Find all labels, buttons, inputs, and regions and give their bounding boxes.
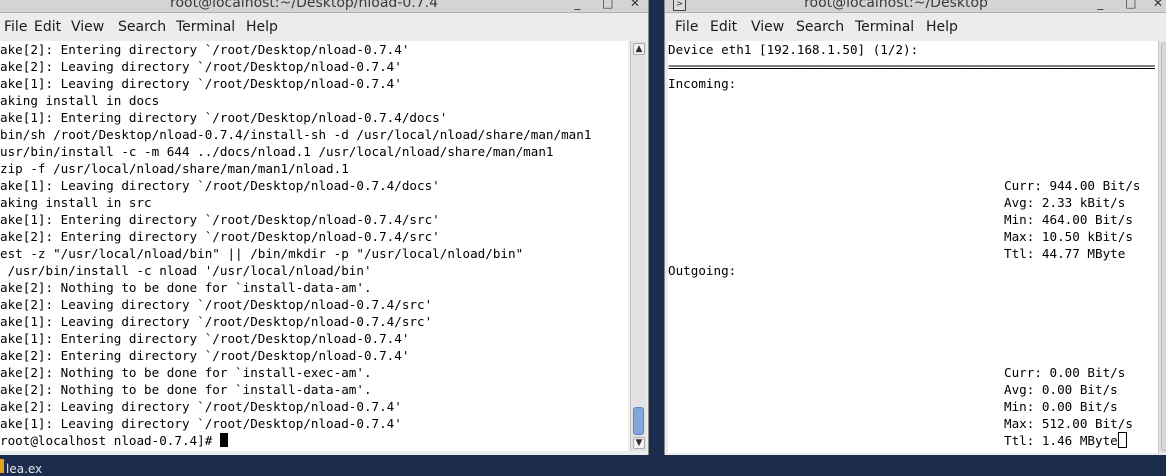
nload-display[interactable]: Device eth1 [192.168.1.50] (1/2): ======…: [668, 41, 1158, 453]
incoming-ttl: Ttl: 44.77 MByte: [1004, 246, 1126, 261]
terminal-line: usr/bin/install -c -m 644 ../docs/nload.…: [0, 144, 554, 159]
incoming-avg: Avg: 2.33 kBit/s: [1004, 195, 1126, 210]
terminal-line: ake[2]: Leaving directory `/root/Desktop…: [0, 297, 433, 312]
text-cursor: [1117, 432, 1127, 448]
desktop-background: [0, 456, 1166, 473]
menu-edit[interactable]: Edit: [34, 19, 61, 35]
menu-help[interactable]: Help: [246, 19, 278, 35]
scrollbar-thumb[interactable]: [1161, 43, 1166, 451]
incoming-min: Min: 464.00 Bit/s: [1004, 212, 1133, 227]
desktop-icon-label[interactable]: lea.ex: [6, 462, 42, 476]
shell-prompt: root@localhost nload-0.7.4]#: [0, 433, 220, 448]
terminal-line: est -z "/usr/local/nload/bin" || /bin/mk…: [0, 246, 524, 261]
terminal-line: ake[1]: Leaving directory `/root/Desktop…: [0, 76, 402, 91]
terminal-line: ake[1]: Entering directory `/root/Deskto…: [0, 110, 448, 125]
menu-view[interactable]: View: [751, 19, 784, 35]
device-line: Device eth1 [192.168.1.50] (1/2):: [668, 42, 919, 57]
text-cursor: [219, 433, 228, 447]
menu-file[interactable]: File: [4, 19, 27, 35]
titlebar[interactable]: > root@localhost:~/Desktop _ □ ✕: [665, 0, 1166, 13]
terminal-line: bin/sh /root/Desktop/nload-0.7.4/install…: [0, 127, 592, 142]
incoming-curr: Curr: 944.00 Bit/s: [1004, 178, 1141, 193]
terminal-line: /usr/bin/install -c nload '/usr/local/nl…: [0, 263, 372, 278]
outgoing-min: Min: 0.00 Bit/s: [1004, 399, 1118, 414]
menu-file[interactable]: File: [675, 19, 698, 35]
terminal-line: ake[1]: Leaving directory `/root/Desktop…: [0, 416, 402, 431]
terminal-window-left[interactable]: root@localhost:~/Desktop/nload-0.7.4 _ □…: [0, 0, 649, 455]
menubar: File Edit View Search Terminal Help: [665, 13, 1166, 40]
window-title: root@localhost:~/Desktop/nload-0.7.4: [170, 0, 438, 11]
outgoing-label: Outgoing:: [668, 263, 737, 278]
separator-line: ========================================…: [668, 59, 1155, 74]
terminal-line: ake[2]: Entering directory `/root/Deskto…: [0, 42, 410, 57]
terminal-line: ake[1]: Leaving directory `/root/Desktop…: [0, 314, 433, 329]
window-controls: _ □ ✕: [1097, 0, 1165, 10]
terminal-window-right[interactable]: > root@localhost:~/Desktop _ □ ✕ File Ed…: [664, 0, 1166, 455]
maximize-button[interactable]: □: [1125, 0, 1137, 10]
scrollbar[interactable]: ▲ ▼: [630, 41, 646, 451]
close-button[interactable]: ✕: [1153, 0, 1165, 10]
terminal-line: zip -f /usr/local/nload/share/man/man1/n…: [0, 161, 349, 176]
terminal-line: ake[2]: Nothing to be done for `install-…: [0, 280, 372, 295]
incoming-label: Incoming:: [668, 76, 737, 91]
terminal-line: ake[1]: Leaving directory `/root/Desktop…: [0, 178, 440, 193]
terminal-line: ake[1]: Entering directory `/root/Deskto…: [0, 212, 440, 227]
maximize-button[interactable]: □: [602, 0, 614, 10]
window-title: root@localhost:~/Desktop: [804, 0, 988, 11]
chevron-up-icon[interactable]: ▲: [633, 43, 645, 55]
shell-prompt-line[interactable]: root@localhost nload-0.7.4]#: [0, 432, 228, 449]
scrollbar-thumb[interactable]: [633, 407, 644, 435]
menu-help[interactable]: Help: [926, 19, 958, 35]
outgoing-max: Max: 512.00 Bit/s: [1004, 416, 1133, 431]
terminal-line: aking install in docs: [0, 93, 160, 108]
outgoing-avg: Avg: 0.00 Bit/s: [1004, 382, 1118, 397]
terminal-output[interactable]: ake[2]: Entering directory `/root/Deskto…: [0, 41, 628, 451]
terminal-line: aking install in src: [0, 195, 152, 210]
minimize-button[interactable]: _: [574, 0, 586, 10]
minimize-button[interactable]: _: [1097, 0, 1109, 10]
terminal-line: ake[2]: Entering directory `/root/Deskto…: [0, 348, 410, 363]
menubar: File Edit View Search Terminal Help: [0, 13, 648, 40]
terminal-line: ake[2]: Nothing to be done for `install-…: [0, 365, 372, 380]
scrollbar[interactable]: [1158, 41, 1166, 453]
outgoing-curr: Curr: 0.00 Bit/s: [1004, 365, 1126, 380]
terminal-line: ake[2]: Entering directory `/root/Deskto…: [0, 229, 440, 244]
window-controls: _ □ ✕: [574, 0, 642, 10]
terminal-line: ake[1]: Entering directory `/root/Deskto…: [0, 331, 410, 346]
incoming-max: Max: 10.50 kBit/s: [1004, 229, 1133, 244]
outgoing-ttl: Ttl: 1.46 MByte: [1004, 433, 1118, 448]
menu-edit[interactable]: Edit: [710, 19, 737, 35]
menu-view[interactable]: View: [71, 19, 104, 35]
close-button[interactable]: ✕: [630, 0, 642, 10]
terminal-line: ake[2]: Leaving directory `/root/Desktop…: [0, 399, 402, 414]
menu-search[interactable]: Search: [796, 19, 844, 35]
titlebar[interactable]: root@localhost:~/Desktop/nload-0.7.4 _ □…: [0, 0, 648, 13]
outgoing-ttl-line: Ttl: 1.46 MByte: [1004, 432, 1127, 449]
terminal-line: ake[2]: Nothing to be done for `install-…: [0, 382, 372, 397]
menu-terminal[interactable]: Terminal: [855, 19, 914, 35]
chevron-down-icon[interactable]: ▼: [633, 437, 645, 449]
menu-search[interactable]: Search: [118, 19, 166, 35]
desktop-icon[interactable]: [0, 459, 4, 473]
menu-terminal[interactable]: Terminal: [176, 19, 235, 35]
terminal-line: ake[2]: Leaving directory `/root/Desktop…: [0, 59, 402, 74]
